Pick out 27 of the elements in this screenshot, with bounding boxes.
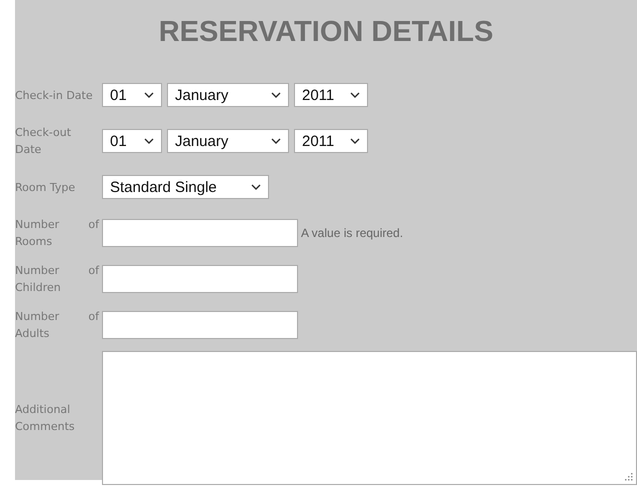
caret-icon: [144, 138, 154, 144]
field-label: Number of Rooms: [15, 217, 99, 250]
dropdown[interactable]: 01: [102, 129, 162, 153]
input-field[interactable]: [102, 265, 298, 293]
field-label: Check-in Date: [15, 88, 94, 104]
field-label: Room Type: [15, 180, 76, 196]
field-label: Additional Comments: [15, 402, 76, 435]
field-label: Number of Adults: [15, 309, 99, 342]
caret-icon: [251, 184, 261, 190]
input-field[interactable]: [102, 219, 298, 247]
caret-icon: [271, 92, 281, 98]
form-title: RESERVATION DETAILS: [158, 15, 494, 50]
caret-icon: [271, 138, 281, 144]
dropdown[interactable]: January: [167, 83, 289, 107]
input-field[interactable]: [102, 311, 298, 339]
dropdown[interactable]: January: [167, 129, 289, 153]
resize-grip-icon: [625, 473, 633, 481]
caret-icon: [144, 92, 154, 98]
field-label: Number of Children: [15, 263, 99, 296]
dropdown[interactable]: Standard Single: [102, 175, 269, 199]
caret-icon: [350, 92, 360, 98]
dropdown[interactable]: 01: [102, 83, 162, 107]
dropdown[interactable]: 2011: [294, 83, 368, 107]
caret-icon: [350, 138, 360, 144]
field-label: Check-out Date: [15, 125, 72, 158]
validation-message: A value is required.: [301, 226, 404, 240]
dropdown[interactable]: 2011: [294, 129, 368, 153]
